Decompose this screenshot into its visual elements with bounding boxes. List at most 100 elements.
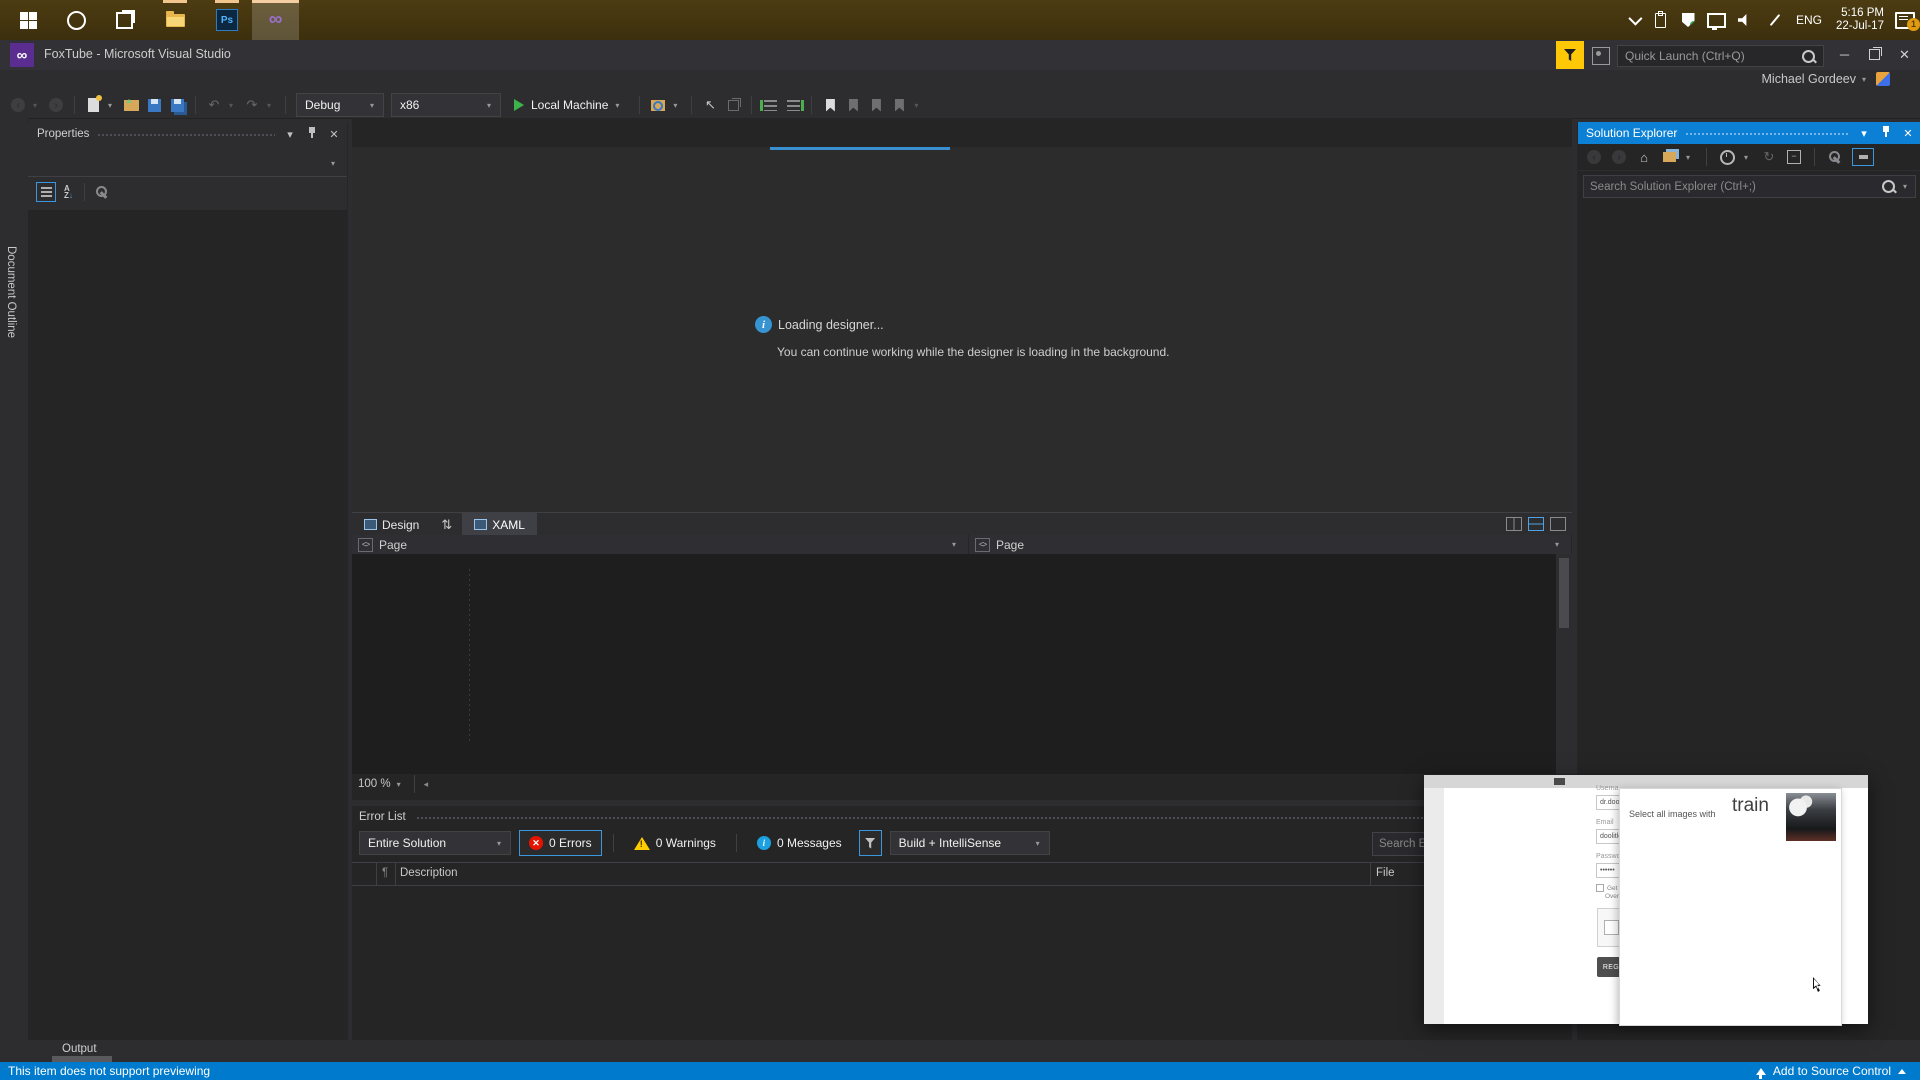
usb-tray-button[interactable]	[1646, 0, 1674, 40]
toolbar-overflow-dropdown[interactable]: ▾	[914, 101, 922, 110]
alphabetical-sort-button[interactable]: A Z↓	[64, 185, 73, 200]
defender-tray-button[interactable]: ✓	[1674, 0, 1702, 40]
file-explorer-button[interactable]	[152, 0, 198, 40]
feedback-filter-button[interactable]	[1556, 41, 1584, 69]
volume-tray-button[interactable]	[1730, 0, 1758, 40]
warnings-filter-button[interactable]: 0 Warnings	[625, 831, 725, 855]
solution-explorer-header[interactable]: Solution Explorer ▾ ✕	[1578, 122, 1920, 144]
pin-icon[interactable]	[305, 127, 319, 141]
tray-chevron-button[interactable]	[1622, 0, 1646, 40]
action-center-button[interactable]: 1	[1890, 0, 1920, 40]
properties-panel-header[interactable]: Properties ▾ ✕	[28, 122, 347, 146]
swap-panes-button[interactable]: ⇅	[431, 517, 462, 533]
preview-selected-items-toggle[interactable]	[1852, 148, 1874, 166]
error-list-header[interactable]: Error List	[352, 806, 1572, 828]
filter-button[interactable]	[858, 830, 882, 856]
configuration-select[interactable]: Debug ▾	[296, 93, 384, 117]
pending-changes-filter-button[interactable]	[1719, 149, 1735, 165]
close-button[interactable]: ✕	[1890, 40, 1919, 69]
clock[interactable]: 5:16 PM 22-Jul-17	[1830, 0, 1890, 40]
increase-indent-button[interactable]	[785, 97, 804, 113]
redo-button[interactable]: ↷	[244, 97, 260, 113]
window-position-dropdown[interactable]: ▾	[283, 128, 297, 141]
breadcrumb-left[interactable]: <> Page ▾	[352, 535, 969, 554]
user-account[interactable]: Michael Gordeev ▾	[1762, 72, 1890, 86]
zoom-dropdown[interactable]: ▾	[397, 780, 405, 789]
zoom-level[interactable]: 100 %	[358, 778, 391, 790]
cortana-button[interactable]	[56, 0, 96, 40]
undo-button[interactable]: ↶	[206, 97, 222, 113]
breadcrumb-right[interactable]: <> Page ▾	[969, 535, 1572, 554]
platform-select[interactable]: x86 ▾	[391, 93, 501, 117]
navigate-back-button[interactable]: ‹	[10, 97, 26, 113]
recaptcha-checkbox[interactable]	[1604, 920, 1619, 935]
design-view-tab[interactable]: Design	[352, 513, 431, 536]
close-icon[interactable]: ✕	[327, 128, 341, 141]
toggle-bookmark-button[interactable]	[822, 97, 838, 113]
home-icon[interactable]: ⌂	[1636, 149, 1652, 165]
description-column-header[interactable]: Description	[400, 867, 458, 879]
save-button[interactable]	[146, 97, 162, 113]
navigate-back-dropdown[interactable]: ▾	[33, 101, 41, 110]
undo-dropdown[interactable]: ▾	[229, 101, 237, 110]
clear-bookmarks-button[interactable]	[891, 97, 907, 113]
previous-bookmark-button[interactable]	[845, 97, 861, 113]
quick-launch-input[interactable]: Quick Launch (Ctrl+Q)	[1617, 45, 1824, 67]
property-pages-button[interactable]	[95, 186, 108, 198]
collapse-pane-button[interactable]	[1550, 517, 1566, 531]
scrollbar-thumb[interactable]	[1559, 558, 1569, 628]
send-feedback-icon[interactable]	[1592, 47, 1610, 65]
window-position-dropdown[interactable]: ▾	[1857, 127, 1871, 140]
new-file-dropdown[interactable]: ▾	[108, 101, 116, 110]
open-file-button[interactable]	[123, 97, 139, 113]
photoshop-button[interactable]: Ps	[204, 0, 250, 40]
xaml-code-editor[interactable]	[352, 554, 1572, 774]
network-tray-button[interactable]	[1702, 0, 1730, 40]
pin-icon[interactable]	[1879, 126, 1893, 140]
visual-studio-taskbar-button[interactable]: ∞	[252, 0, 299, 40]
start-debug-button[interactable]: Local Machine ▾	[508, 98, 629, 112]
next-bookmark-button[interactable]	[868, 97, 884, 113]
new-file-button[interactable]	[85, 95, 102, 113]
editor-scrollbar[interactable]	[1556, 554, 1572, 774]
back-button[interactable]: ‹	[1586, 149, 1602, 165]
switch-views-dropdown[interactable]: ▾	[1686, 153, 1694, 162]
error-source-select[interactable]: Build + IntelliSense ▾	[889, 831, 1050, 855]
add-to-source-control-button[interactable]: Add to Source Control	[1755, 1064, 1920, 1079]
decrease-indent-button[interactable]	[759, 97, 778, 113]
language-indicator[interactable]: ENG	[1792, 0, 1826, 40]
error-scope-select[interactable]: Entire Solution ▾	[359, 831, 511, 855]
task-view-button[interactable]	[104, 0, 144, 40]
categorized-view-button[interactable]	[36, 182, 56, 202]
horizontal-split-button[interactable]	[1528, 517, 1544, 531]
xaml-view-tab[interactable]: XAML	[462, 513, 537, 536]
properties-object-select[interactable]: ▾	[28, 150, 347, 177]
navigate-forward-button[interactable]: ›	[48, 97, 64, 113]
select-mode-button[interactable]: ↖	[702, 97, 718, 113]
file-column-header[interactable]: File	[1376, 867, 1395, 879]
pending-changes-dropdown[interactable]: ▾	[1744, 153, 1752, 162]
vs-titlebar[interactable]: ∞ FoxTube - Microsoft Visual Studio Quic…	[0, 40, 1920, 70]
hscroll-left-arrow[interactable]: ◂	[424, 779, 429, 790]
errors-filter-button[interactable]: ✕ 0 Errors	[519, 830, 602, 856]
messages-filter-button[interactable]: i0 Messages	[748, 831, 851, 855]
find-dropdown[interactable]: ▾	[673, 101, 681, 110]
sync-with-active-document-button[interactable]: ↻	[1761, 149, 1777, 165]
vertical-split-button[interactable]	[1506, 517, 1522, 531]
redo-dropdown[interactable]: ▾	[267, 101, 275, 110]
document-outline-tab[interactable]: Document Outline	[5, 246, 17, 338]
minimize-button[interactable]: ─	[1830, 40, 1859, 69]
forward-button[interactable]: ›	[1611, 149, 1627, 165]
solution-explorer-search-input[interactable]: Search Solution Explorer (Ctrl+;) ▾	[1583, 175, 1916, 198]
save-all-button[interactable]	[169, 97, 185, 113]
pen-tray-button[interactable]	[1762, 0, 1788, 40]
find-in-files-button[interactable]	[650, 97, 666, 113]
close-icon[interactable]: ✕	[1901, 127, 1915, 140]
search-options-dropdown[interactable]: ▾	[1903, 182, 1911, 191]
start-button[interactable]	[8, 0, 48, 40]
properties-button[interactable]	[1827, 149, 1843, 165]
format-document-button[interactable]	[725, 97, 741, 113]
overlay-browser-window[interactable]: Userna dr.dooli Email doolitle Passwo ••…	[1424, 775, 1868, 1026]
collapse-all-button[interactable]: −	[1786, 149, 1802, 165]
restore-button[interactable]	[1860, 40, 1889, 69]
